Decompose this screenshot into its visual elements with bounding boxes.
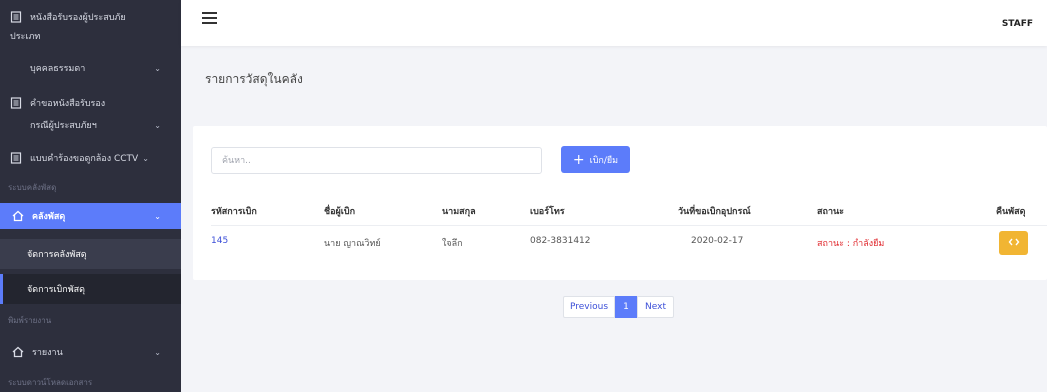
add-withdraw-label: เบิก/ยืม [589,155,619,166]
sidebar-subitem-manage-inventory[interactable]: จัดการคลังพัสดุ [0,239,181,269]
sidebar: หนังสือรับรองผู้ประสบภัย ประเภท บุคคลธรร… [0,0,181,392]
chevron-down-icon: ⌄ [154,63,161,73]
pagination: Previous 1 Next [563,296,674,318]
table-divider [211,225,1047,226]
sidebar-item-type: ประเภท [0,29,181,43]
document-icon [10,152,22,164]
plus-icon: + [572,151,585,168]
document-icon [10,97,22,109]
inventory-card: + เบิก/ยืม รหัสการเบิก ชื่อผู้เบิก นามสก… [193,126,1047,280]
chevron-down-icon: ⌄ [142,153,149,163]
page-title: รายการวัสดุในคลัง [205,72,303,86]
sidebar-item-label: แบบคำร้องขอดูกล้อง CCTV [30,154,139,164]
top-bar: STAFF [181,0,1047,46]
cell-phone: 082-3831412 [530,236,591,246]
section-label-inventory: ระบบคลังพัสดุ [8,183,57,192]
current-page-button[interactable]: 1 [615,296,637,318]
menu-icon[interactable] [202,12,217,24]
sidebar-item-inventory[interactable]: คลังพัสดุ ⌄ [0,203,181,229]
sidebar-item-disaster-case[interactable]: กรณีผู้ประสบภัยฯ ⌄ [0,118,181,132]
cell-id[interactable]: 145 [211,236,228,246]
column-header-id: รหัสการเบิก [211,207,257,217]
sidebar-item-certificate-request[interactable]: คำขอหนังสือรับรอง [0,96,181,110]
next-page-button[interactable]: Next [637,296,674,318]
status-badge: สถานะ : กำลังยืม [817,239,885,249]
sidebar-item-label: รายงาน [32,348,63,358]
sidebar-subitem-label: จัดการคลังพัสดุ [27,250,87,260]
sidebar-subitem-manage-withdrawal[interactable]: จัดการเบิกพัสดุ [0,274,181,304]
sidebar-item-label: บุคคลธรรมดา [30,64,86,74]
cell-date: 2020-02-17 [691,236,744,246]
sidebar-item-label: ประเภท [10,32,41,42]
cell-name: นาย ญาณวิทย์ [324,239,381,249]
chevron-down-icon: ⌄ [154,347,161,357]
home-icon [12,210,24,222]
column-header-phone: เบอร์โทร [530,207,565,217]
previous-page-button[interactable]: Previous [563,296,615,318]
section-label-print: พิมพ์รายงาน [8,316,52,325]
chevron-down-icon: ⌄ [154,211,161,221]
add-withdraw-button[interactable]: + เบิก/ยืม [561,146,630,173]
sidebar-item-cctv-request[interactable]: แบบคำร้องขอดูกล้อง CCTV ⌄ [0,151,181,165]
search-input[interactable] [211,147,542,174]
sidebar-item-label: หนังสือรับรองผู้ประสบภัย [30,13,126,23]
cell-surname: ใจลึก [442,239,463,249]
column-header-name: ชื่อผู้เบิก [324,207,356,217]
return-item-button[interactable] [999,231,1028,255]
column-header-return: คืนพัสดุ [996,207,1026,217]
column-header-status: สถานะ [817,207,844,217]
column-header-date: วันที่ขอเบิกอุปกรณ์ [678,207,751,217]
sidebar-item-label: กรณีผู้ประสบภัยฯ [30,121,97,131]
exchange-icon [1008,237,1020,250]
sidebar-item-individual[interactable]: บุคคลธรรมดา ⌄ [0,61,181,75]
home-icon [12,346,24,358]
user-label[interactable]: STAFF [1002,19,1033,29]
sidebar-item-label: คลังพัสดุ [32,212,66,222]
column-header-surname: นามสกุล [442,207,476,217]
document-icon [10,11,22,23]
section-label-download: ระบบดาวน์โหลดเอกสาร [8,378,93,387]
chevron-down-icon: ⌄ [154,120,161,130]
sidebar-item-report[interactable]: รายงาน ⌄ [0,345,181,359]
sidebar-subitem-label: จัดการเบิกพัสดุ [27,285,85,295]
sidebar-item-disaster-certificate[interactable]: หนังสือรับรองผู้ประสบภัย [0,10,181,24]
sidebar-item-label: คำขอหนังสือรับรอง [30,99,106,109]
